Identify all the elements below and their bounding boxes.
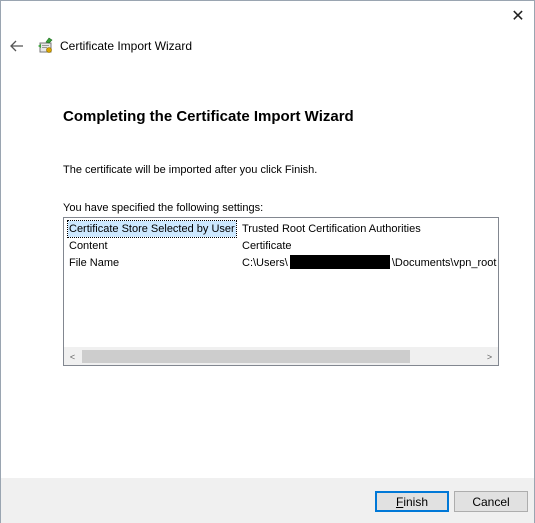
page-title: Completing the Certificate Import Wizard [63, 108, 354, 125]
list-item[interactable]: Content Certificate [64, 238, 498, 254]
list-item[interactable]: Certificate Store Selected by User Trust… [64, 220, 498, 238]
back-button[interactable] [7, 36, 27, 56]
horizontal-scrollbar[interactable]: < > [64, 347, 498, 365]
scrollbar-thumb[interactable] [82, 350, 410, 363]
setting-name: Certificate Store Selected by User [67, 220, 237, 238]
certificate-icon [38, 37, 53, 53]
setting-name: Content [69, 240, 108, 252]
scroll-right-button[interactable]: > [481, 348, 498, 365]
finish-label: inish [403, 494, 429, 509]
file-path-prefix: C:\Users\ [242, 257, 288, 269]
cancel-label: Cancel [472, 494, 510, 509]
finish-button[interactable]: Finish [375, 491, 449, 512]
certificate-import-wizard-window: ✕ Certificate Import Wizard Completing t… [0, 0, 535, 523]
settings-label: You have specified the following setting… [63, 202, 264, 214]
back-arrow-icon [10, 40, 23, 52]
close-button[interactable]: ✕ [501, 1, 535, 31]
setting-value: Trusted Root Certification Authorities [242, 223, 421, 235]
info-text: The certificate will be imported after y… [63, 164, 318, 176]
chevron-left-icon: < [69, 351, 76, 362]
close-icon: ✕ [511, 8, 525, 25]
setting-value: Certificate [242, 240, 292, 252]
window-title: Certificate Import Wizard [60, 39, 193, 53]
list-item[interactable]: File Name C:\Users\ \Documents\vpn_root [64, 255, 498, 271]
settings-list[interactable]: Certificate Store Selected by User Trust… [63, 217, 499, 366]
chevron-right-icon: > [486, 351, 493, 362]
setting-value: C:\Users\ \Documents\vpn_root [242, 255, 496, 271]
finish-accelerator: F [395, 494, 404, 509]
file-path-suffix: \Documents\vpn_root [391, 257, 497, 269]
setting-name: File Name [69, 257, 120, 269]
scroll-left-button[interactable]: < [64, 348, 81, 365]
cancel-button[interactable]: Cancel [454, 491, 528, 512]
redacted-block [289, 255, 390, 269]
